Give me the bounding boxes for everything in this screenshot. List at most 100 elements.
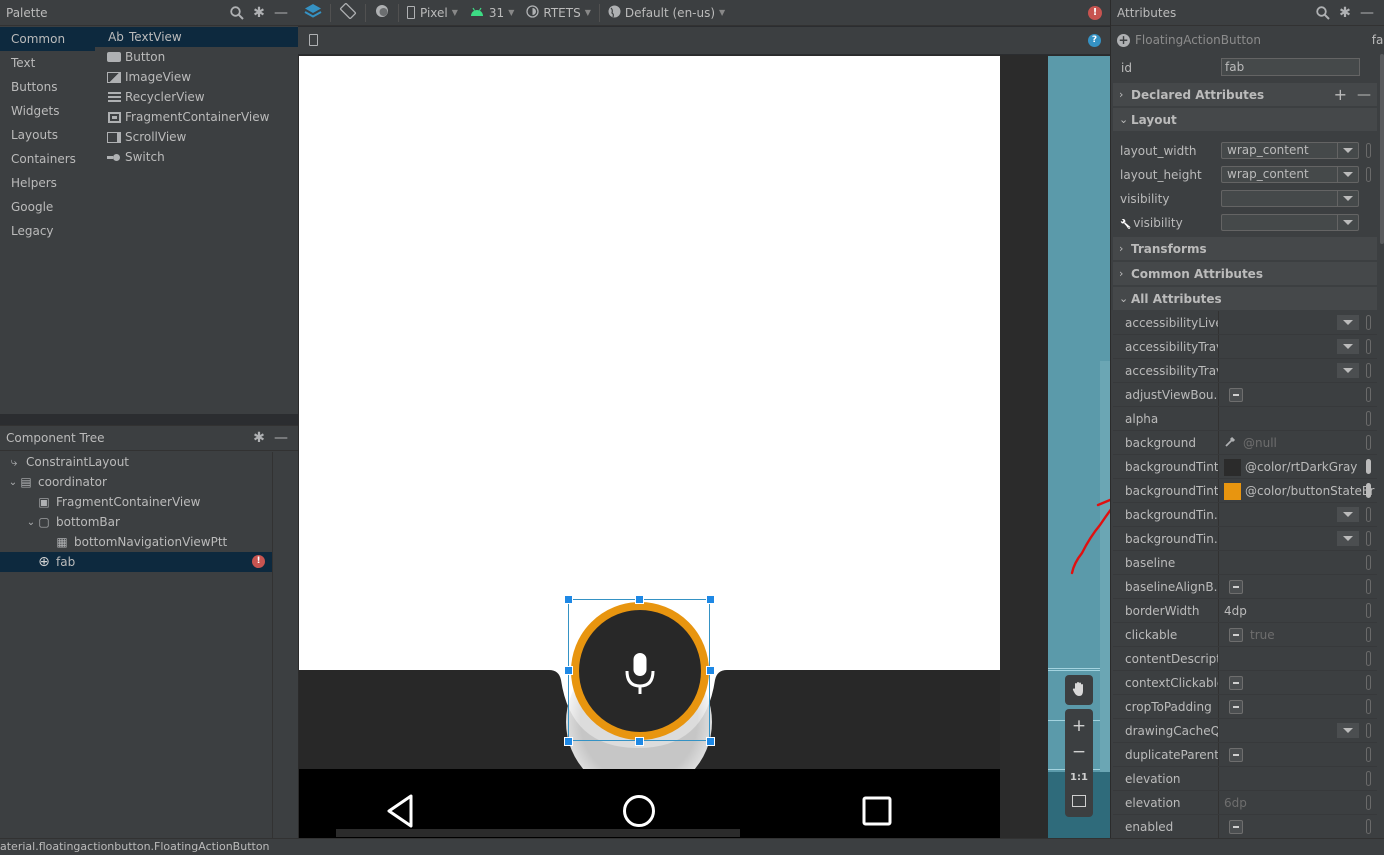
palette-item-textview[interactable]: Ab TextView [95, 27, 298, 47]
common-attributes-section[interactable]: › Common Attributes [1113, 262, 1377, 285]
attributes-scrollbar[interactable] [1380, 54, 1384, 244]
eyedropper-icon[interactable] [1224, 435, 1237, 451]
transforms-section[interactable]: › Transforms [1113, 237, 1377, 260]
attr-value[interactable] [1218, 648, 1377, 670]
remove-attribute-icon[interactable]: — [1357, 87, 1371, 103]
tristate-checkbox[interactable] [1229, 748, 1243, 762]
attr-value[interactable] [1218, 768, 1377, 790]
resize-handle[interactable] [564, 737, 573, 746]
pan-control[interactable] [1065, 675, 1093, 705]
back-icon[interactable] [385, 794, 415, 828]
attr-value[interactable]: @color/buttonStateEr [1218, 480, 1377, 502]
palette-category-containers[interactable]: Containers [0, 147, 95, 171]
help-icon[interactable]: ? [1088, 34, 1101, 47]
dropdown-arrow-icon[interactable] [1337, 507, 1359, 522]
minimize-icon[interactable]: — [270, 427, 292, 449]
add-attribute-icon[interactable]: + [1334, 85, 1347, 104]
error-icon[interactable]: ! [252, 555, 265, 568]
palette-item-scrollview[interactable]: ScrollView [95, 127, 298, 147]
resize-handle[interactable] [706, 737, 715, 746]
palette-item-fragmentcontainerview[interactable]: FragmentContainerView [95, 107, 298, 127]
dropdown-arrow-icon[interactable] [1337, 363, 1359, 378]
all-attributes-section[interactable]: ⌄ All Attributes [1113, 287, 1377, 310]
tristate-checkbox[interactable] [1229, 580, 1243, 594]
select-device-frame-icon[interactable] [309, 34, 318, 46]
night-mode-button[interactable] [368, 0, 396, 26]
tree-node-fab[interactable]: ⊕ fab! [0, 552, 272, 572]
gear-icon[interactable]: ✱ [248, 427, 270, 449]
palette-category-legacy[interactable]: Legacy [0, 219, 95, 243]
attr-combo-visibility[interactable] [1221, 214, 1359, 231]
resize-handle[interactable] [706, 666, 715, 675]
locale-selector[interactable]: Default (en-us) ▼ [602, 0, 731, 26]
api-level-selector[interactable]: 31 ▼ [464, 0, 520, 26]
design-canvas[interactable]: + − 1:1 [298, 55, 1110, 838]
chevron-down-icon[interactable]: ⌄ [25, 517, 37, 528]
attr-combo-visibility[interactable] [1221, 190, 1359, 207]
tristate-checkbox[interactable] [1229, 676, 1243, 690]
design-surface-button[interactable] [298, 0, 328, 26]
dropdown-arrow-icon[interactable] [1337, 191, 1358, 206]
tree-node-bottomNavigationViewPtt[interactable]: ▦ bottomNavigationViewPtt [0, 532, 272, 552]
color-swatch[interactable] [1224, 482, 1241, 500]
palette-category-helpers[interactable]: Helpers [0, 171, 95, 195]
dropdown-arrow-icon[interactable] [1337, 531, 1359, 546]
dropdown-arrow-icon[interactable] [1337, 315, 1359, 330]
dropdown-arrow-icon[interactable] [1337, 167, 1358, 182]
layout-section[interactable]: ⌄ Layout [1113, 108, 1377, 131]
attr-value[interactable] [1218, 408, 1377, 430]
device-selector[interactable]: Pixel ▼ [401, 0, 464, 26]
palette-category-layouts[interactable]: Layouts [0, 123, 95, 147]
tristate-checkbox[interactable] [1229, 388, 1243, 402]
tree-node-bottomBar[interactable]: ⌄ ▢ bottomBar [0, 512, 272, 532]
dropdown-arrow-icon[interactable] [1337, 143, 1358, 158]
palette-item-switch[interactable]: Switch [95, 147, 298, 167]
tree-node-FragmentContainerView[interactable]: ▣ FragmentContainerView [0, 492, 272, 512]
zoom-out-button[interactable]: − [1072, 739, 1086, 765]
gear-icon[interactable]: ✱ [248, 2, 270, 24]
dropdown-arrow-icon[interactable] [1337, 339, 1359, 354]
resize-handle[interactable] [706, 595, 715, 604]
palette-category-text[interactable]: Text [0, 51, 95, 75]
palette-category-widgets[interactable]: Widgets [0, 99, 95, 123]
search-icon[interactable] [226, 2, 248, 24]
dropdown-arrow-icon[interactable] [1337, 215, 1358, 230]
resize-handle[interactable] [564, 666, 573, 675]
declared-attributes-section[interactable]: › Declared Attributes + — [1113, 83, 1377, 106]
tristate-checkbox[interactable] [1229, 628, 1243, 642]
id-input[interactable] [1221, 58, 1360, 76]
issues-button[interactable]: ! [1082, 0, 1110, 26]
gear-icon[interactable]: ✱ [1334, 2, 1356, 24]
minimize-icon[interactable]: — [1356, 2, 1378, 24]
recents-icon[interactable] [862, 796, 892, 826]
tristate-checkbox[interactable] [1229, 700, 1243, 714]
chevron-down-icon[interactable]: ⌄ [7, 477, 19, 488]
attr-value[interactable]: 6dp [1218, 792, 1377, 814]
resize-handle[interactable] [564, 595, 573, 604]
palette-item-button[interactable]: Button [95, 47, 298, 67]
attr-value[interactable]: @null [1218, 432, 1377, 454]
theme-selector[interactable]: RTETS ▼ [520, 0, 596, 26]
tree-node-ConstraintLayout[interactable]: ⤷ ConstraintLayout [0, 452, 272, 472]
home-icon[interactable] [622, 794, 656, 828]
palette-category-common[interactable]: Common [0, 27, 95, 51]
search-icon[interactable] [1312, 2, 1334, 24]
attr-value[interactable] [1218, 552, 1377, 574]
zoom-in-button[interactable]: + [1072, 713, 1086, 739]
zoom-actual-size-button[interactable]: 1:1 [1070, 765, 1088, 791]
resize-handle[interactable] [635, 737, 644, 746]
attr-value[interactable]: @color/rtDarkGray [1218, 456, 1377, 478]
tristate-checkbox[interactable] [1229, 820, 1243, 834]
orientation-button[interactable] [333, 0, 363, 26]
attr-value[interactable]: 4dp [1218, 600, 1377, 622]
attr-combo-layout_width[interactable]: wrap_content [1221, 142, 1359, 159]
fit-screen-icon[interactable] [1072, 795, 1086, 807]
palette-item-recyclerview[interactable]: RecyclerView [95, 87, 298, 107]
device-preview[interactable] [299, 56, 1000, 838]
color-swatch[interactable] [1224, 458, 1241, 476]
palette-category-buttons[interactable]: Buttons [0, 75, 95, 99]
palette-item-imageview[interactable]: ImageView [95, 67, 298, 87]
dropdown-arrow-icon[interactable] [1337, 723, 1359, 738]
minimize-icon[interactable]: — [270, 2, 292, 24]
tree-node-coordinator[interactable]: ⌄ ▤ coordinator [0, 472, 272, 492]
